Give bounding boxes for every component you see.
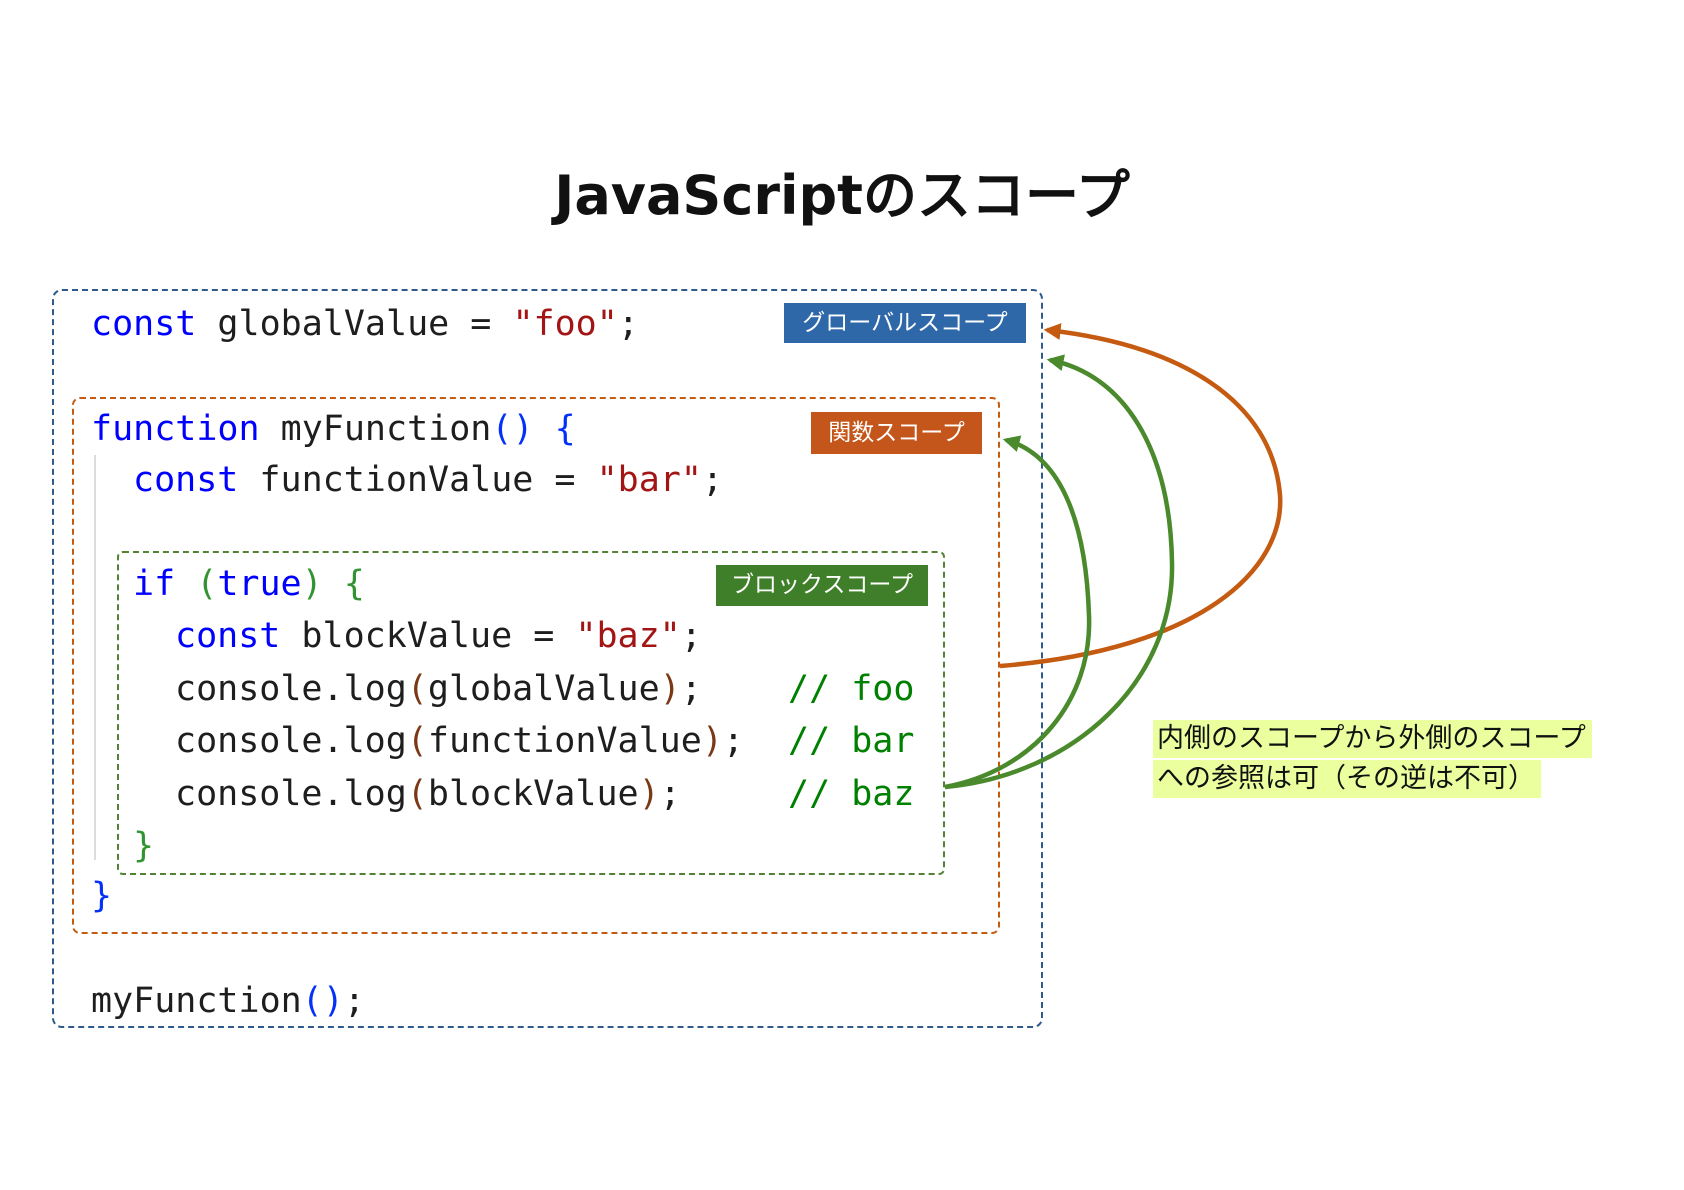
note-line: への参照は可（その逆は不可）	[1153, 760, 1592, 798]
block-scope-label: ブロックスコープ	[716, 565, 928, 606]
note-line: 内側のスコープから外側のスコープ	[1153, 720, 1592, 758]
code-token-bracket3: )	[659, 669, 681, 709]
code-token-keyword: if	[133, 564, 176, 604]
code-token-plain: console.log	[175, 774, 407, 814]
code-comment-bar: // bar	[788, 721, 915, 761]
code-token-bracket3: )	[638, 774, 660, 814]
code-line-if-close: }	[133, 820, 154, 872]
code-token-plain: globalValue =	[196, 304, 513, 344]
code-token-keyword: function	[91, 409, 260, 449]
code-token-plain: ;	[680, 616, 702, 656]
code-token-string: "foo"	[512, 304, 618, 344]
code-token-plain: functionValue =	[238, 460, 597, 500]
code-token-plain: myFunction	[259, 409, 492, 449]
note-line-text: への参照は可（その逆は不可）	[1153, 760, 1541, 798]
code-token-keyword: const	[133, 460, 239, 500]
code-token-plain: myFunction	[91, 981, 302, 1021]
code-token-bracket1: }	[91, 876, 113, 916]
code-token-keyword: const	[91, 304, 197, 344]
code-token-plain: ;	[680, 669, 702, 709]
code-line-log-function: console.log(functionValue);	[175, 715, 744, 767]
note-line-text: 内側のスコープから外側のスコープ	[1153, 720, 1592, 758]
code-token-bracket3: (	[406, 721, 428, 761]
code-line-function-header: function myFunction() {	[91, 403, 576, 455]
code-token-string: "bar"	[596, 460, 702, 500]
code-line-block-declaration: const blockValue = "baz";	[175, 610, 702, 662]
scope-rule-note: 内側のスコープから外側のスコープ への参照は可（その逆は不可）	[1153, 720, 1592, 800]
code-token-bracket2: (	[196, 564, 218, 604]
code-line-log-global: console.log(globalValue);	[175, 663, 702, 715]
code-line-global-declaration: const globalValue = "foo";	[91, 298, 639, 350]
code-token-bracket1: {	[554, 409, 576, 449]
code-token-plain: ;	[722, 721, 744, 761]
code-token-string: "baz"	[575, 616, 681, 656]
code-token-plain: functionValue	[427, 721, 702, 761]
code-token-plain: globalValue	[427, 669, 660, 709]
code-line-log-block: console.log(blockValue);	[175, 768, 681, 820]
code-line-function-declaration: const functionValue = "bar";	[133, 454, 723, 506]
code-line-if-header: if (true) {	[133, 558, 365, 610]
code-token-bracket2: )	[301, 564, 323, 604]
code-token-plain: ;	[343, 981, 365, 1021]
code-token-bracket2: {	[343, 564, 365, 604]
code-token-plain: blockValue =	[280, 616, 576, 656]
code-comment-baz: // baz	[788, 774, 915, 814]
code-token-plain: blockValue	[427, 774, 639, 814]
global-scope-label: グローバルスコープ	[784, 303, 1026, 343]
code-token-bracket3: (	[406, 669, 428, 709]
code-token-keyword: const	[175, 616, 281, 656]
code-line-function-call: myFunction();	[91, 975, 365, 1027]
code-token-bracket3: (	[406, 774, 428, 814]
code-token-keyword: true	[217, 564, 302, 604]
indent-guide	[94, 455, 96, 860]
code-token-bracket1: ()	[301, 981, 344, 1021]
code-token-plain: ;	[701, 460, 724, 500]
code-line-function-close: }	[91, 870, 112, 922]
code-token-plain: console.log	[175, 721, 407, 761]
code-token-bracket2: }	[133, 826, 155, 866]
code-token-bracket3: )	[701, 721, 723, 761]
code-token-bracket1: ()	[491, 409, 534, 449]
code-token-plain: ;	[659, 774, 681, 814]
code-comment-foo: // foo	[788, 669, 915, 709]
page-title: JavaScriptのスコープ	[554, 164, 1130, 227]
code-token-plain: ;	[617, 304, 639, 344]
code-token-plain: console.log	[175, 669, 407, 709]
function-scope-label: 関数スコープ	[811, 412, 982, 454]
